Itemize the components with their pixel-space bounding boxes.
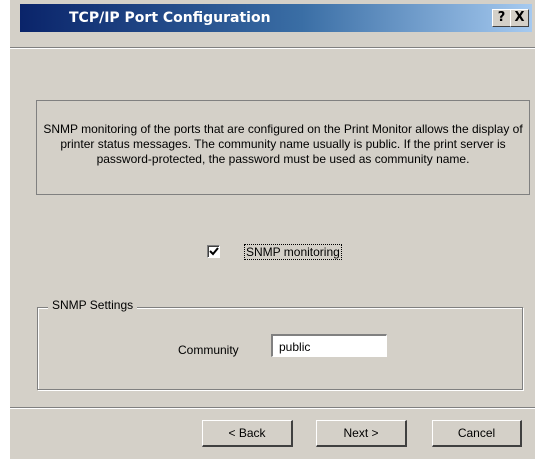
next-button[interactable]: Next > — [316, 420, 407, 447]
bottom-divider — [10, 407, 535, 409]
checkbox-box[interactable] — [207, 245, 220, 258]
close-button[interactable]: X — [510, 9, 529, 27]
snmp-settings-legend: SNMP Settings — [48, 298, 138, 312]
help-button[interactable]: ? — [492, 9, 511, 27]
info-text: SNMP monitoring of the ports that are co… — [43, 122, 523, 166]
community-input[interactable]: public — [271, 334, 387, 357]
window-title: TCP/IP Port Configuration — [69, 10, 271, 26]
dialog-window: TCP/IP Port Configuration ? X SNMP monit… — [10, 0, 535, 459]
cancel-button[interactable]: Cancel — [432, 420, 522, 447]
top-divider — [10, 47, 535, 49]
back-button[interactable]: < Back — [202, 420, 293, 447]
community-label: Community — [178, 343, 239, 357]
snmp-monitoring-label[interactable]: SNMP monitoring — [244, 244, 342, 260]
info-panel: SNMP monitoring of the ports that are co… — [36, 100, 530, 195]
title-bar[interactable]: TCP/IP Port Configuration ? X — [10, 0, 535, 36]
checkmark-icon — [209, 247, 219, 256]
